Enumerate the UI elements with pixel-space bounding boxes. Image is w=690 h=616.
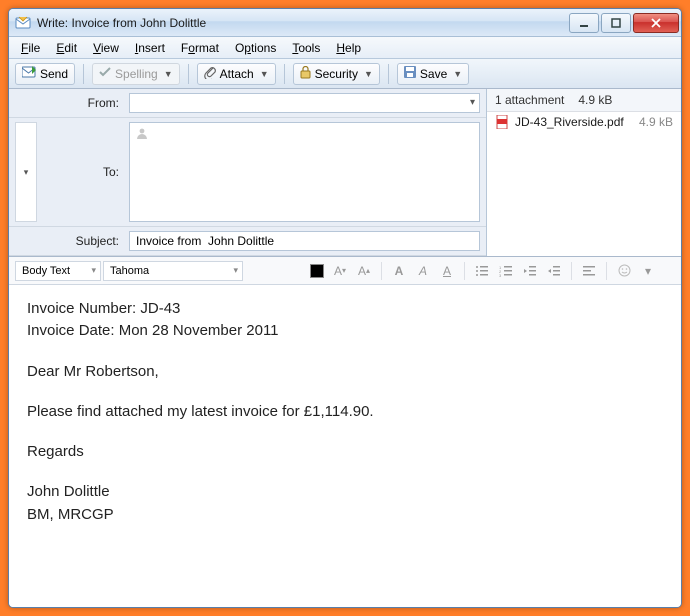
chevron-down-icon: ▼ xyxy=(453,69,462,79)
recipient-type-button[interactable]: ▾ xyxy=(15,122,37,222)
attachment-size: 4.9 kB xyxy=(639,115,673,129)
subject-input[interactable] xyxy=(136,234,473,248)
from-row: From: xyxy=(9,89,486,118)
chevron-down-icon: ▼ xyxy=(164,69,173,79)
menu-edit[interactable]: Edit xyxy=(48,39,85,57)
from-label: From: xyxy=(9,89,129,117)
spelling-label: Spelling xyxy=(115,67,158,81)
to-field[interactable] xyxy=(129,122,480,222)
insert-more-button[interactable]: ▾ xyxy=(637,261,659,281)
body-line: Invoice Number: JD-43 xyxy=(27,299,663,319)
window-buttons xyxy=(567,13,679,33)
separator xyxy=(571,262,572,280)
numbered-list-button[interactable]: 123 xyxy=(495,261,517,281)
window-title: Write: Invoice from John Dolittle xyxy=(37,16,567,30)
to-label: To: xyxy=(37,118,129,226)
message-body[interactable]: Invoice Number: JD-43 Invoice Date: Mon … xyxy=(9,285,681,607)
menu-options[interactable]: Options xyxy=(227,39,284,57)
toolbar: Send Spelling ▼ Attach ▼ Security ▼ Save… xyxy=(9,59,681,89)
bold-button[interactable]: A xyxy=(388,261,410,281)
titlebar: Write: Invoice from John Dolittle xyxy=(9,9,681,37)
subject-row: Subject: xyxy=(9,227,486,256)
attachment-item[interactable]: JD-43_Riverside.pdf 4.9 kB xyxy=(487,112,681,132)
spelling-button[interactable]: Spelling ▼ xyxy=(92,63,180,85)
font-size-increase-button[interactable]: A▴ xyxy=(353,261,375,281)
chevron-down-icon: ▼ xyxy=(364,69,373,79)
app-icon xyxy=(15,15,31,31)
floppy-icon xyxy=(404,66,416,81)
underline-button[interactable]: A xyxy=(436,261,458,281)
body-line: BM, MRCGP xyxy=(27,505,663,525)
body-line: Please find attached my latest invoice f… xyxy=(27,402,663,422)
from-select[interactable] xyxy=(129,93,480,113)
menu-insert[interactable]: Insert xyxy=(127,39,173,57)
send-button[interactable]: Send xyxy=(15,63,75,85)
save-label: Save xyxy=(420,67,447,81)
compose-header: From: ▾ To: Subject: 1 attachment 4.9 kB xyxy=(9,89,681,257)
insert-emoji-button[interactable] xyxy=(613,261,635,281)
lock-icon xyxy=(300,66,311,82)
separator xyxy=(188,64,189,84)
separator xyxy=(464,262,465,280)
italic-button[interactable]: A xyxy=(412,261,434,281)
paperclip-icon xyxy=(204,65,216,82)
format-toolbar: Body Text Tahoma A▾ A▴ A A A 123 ▾ xyxy=(9,257,681,285)
send-label: Send xyxy=(40,67,68,81)
attachments-panel: 1 attachment 4.9 kB JD-43_Riverside.pdf … xyxy=(486,89,681,256)
font-size-decrease-button[interactable]: A▾ xyxy=(329,261,351,281)
indent-button[interactable] xyxy=(543,261,565,281)
compose-window: Write: Invoice from John Dolittle File E… xyxy=(8,8,682,608)
menu-tools[interactable]: Tools xyxy=(284,39,328,57)
close-button[interactable] xyxy=(633,13,679,33)
bullet-list-button[interactable] xyxy=(471,261,493,281)
separator xyxy=(284,64,285,84)
compose-fields: From: ▾ To: Subject: xyxy=(9,89,486,256)
body-line: Dear Mr Robertson, xyxy=(27,362,663,382)
svg-text:3: 3 xyxy=(499,273,502,277)
separator xyxy=(83,64,84,84)
menu-file[interactable]: File xyxy=(13,39,48,57)
body-line: Invoice Date: Mon 28 November 2011 xyxy=(27,321,663,341)
save-button[interactable]: Save ▼ xyxy=(397,63,469,85)
attachment-name: JD-43_Riverside.pdf xyxy=(515,115,633,129)
attach-button[interactable]: Attach ▼ xyxy=(197,63,276,85)
security-button[interactable]: Security ▼ xyxy=(293,63,380,85)
font-family-select[interactable]: Tahoma xyxy=(103,261,243,281)
menu-help[interactable]: Help xyxy=(328,39,369,57)
menu-view[interactable]: View xyxy=(85,39,127,57)
align-button[interactable] xyxy=(578,261,600,281)
menubar: File Edit View Insert Format Options Too… xyxy=(9,37,681,59)
outdent-button[interactable] xyxy=(519,261,541,281)
attach-label: Attach xyxy=(220,67,254,81)
attachments-header: 1 attachment 4.9 kB xyxy=(487,89,681,112)
menu-format[interactable]: Format xyxy=(173,39,227,57)
contact-icon xyxy=(136,127,148,142)
maximize-button[interactable] xyxy=(601,13,631,33)
body-line: Regards xyxy=(27,442,663,462)
attachment-total-size: 4.9 kB xyxy=(578,93,612,107)
separator xyxy=(606,262,607,280)
attachment-count: 1 attachment xyxy=(495,93,564,107)
chevron-down-icon: ▼ xyxy=(260,69,269,79)
body-line: John Dolittle xyxy=(27,482,663,502)
security-label: Security xyxy=(315,67,358,81)
text-color-swatch[interactable] xyxy=(310,264,324,278)
send-icon xyxy=(22,66,36,81)
separator xyxy=(381,262,382,280)
paragraph-style-select[interactable]: Body Text xyxy=(15,261,101,281)
to-row: ▾ To: xyxy=(9,118,486,227)
check-icon xyxy=(99,66,111,81)
pdf-icon xyxy=(495,115,509,129)
minimize-button[interactable] xyxy=(569,13,599,33)
subject-input-wrap xyxy=(129,231,480,251)
subject-label: Subject: xyxy=(9,227,129,255)
separator xyxy=(388,64,389,84)
